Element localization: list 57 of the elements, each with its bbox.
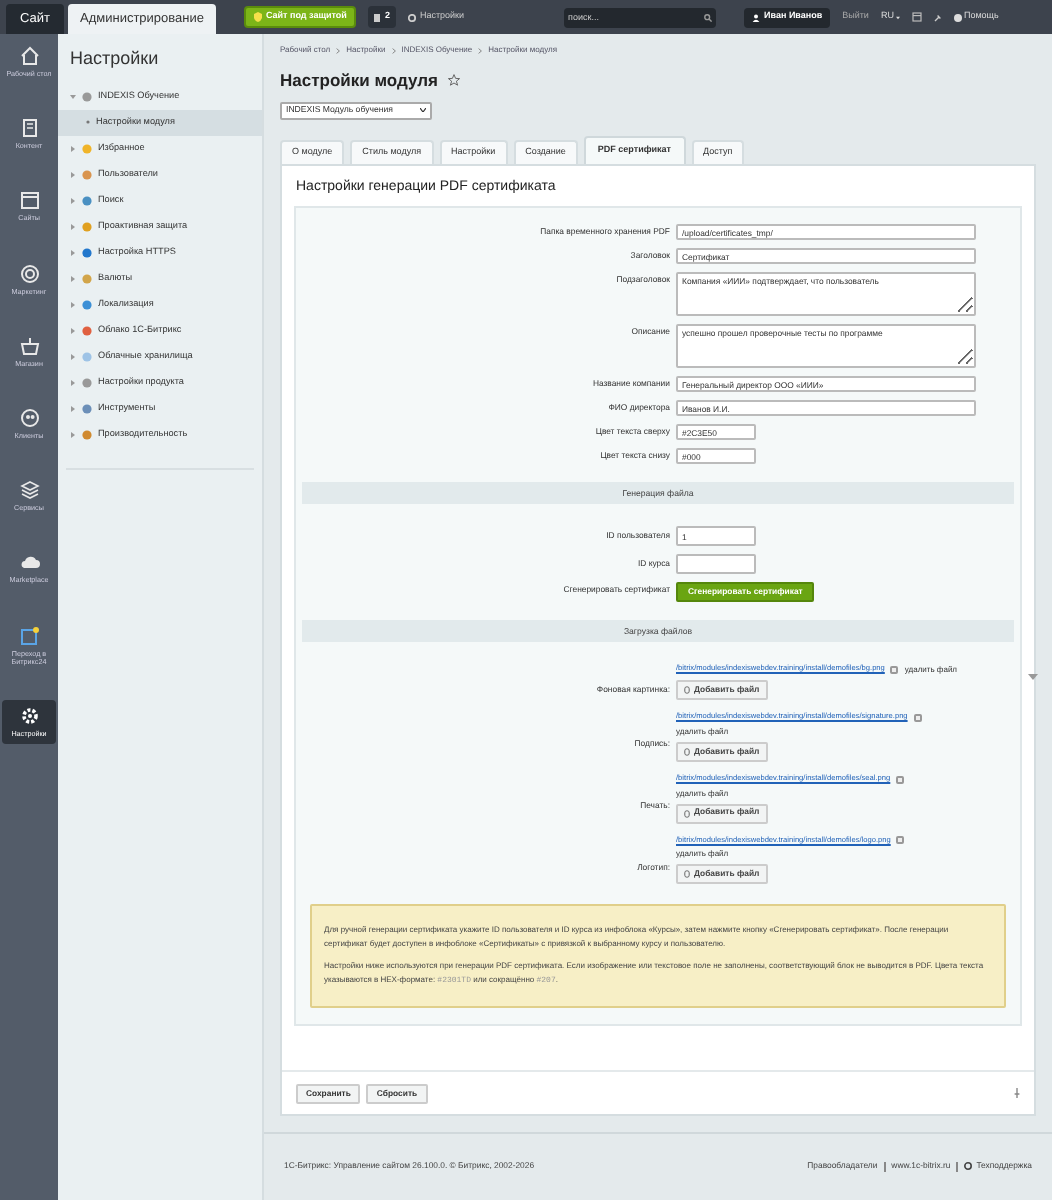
section-icon bbox=[82, 169, 92, 179]
scroll-down-icon bbox=[1028, 674, 1038, 680]
expand-arrow-icon bbox=[70, 353, 76, 359]
section-icon bbox=[82, 429, 92, 439]
expand-arrow-icon bbox=[70, 379, 76, 385]
caret-icon bbox=[420, 108, 426, 113]
section-icon bbox=[82, 403, 92, 413]
collapse-arrow-icon bbox=[70, 93, 76, 99]
page-title: Настройки модуля bbox=[280, 68, 438, 94]
nav-icon bbox=[19, 408, 39, 429]
chevron-icon bbox=[336, 47, 341, 53]
support-icon bbox=[964, 1162, 973, 1171]
expand-arrow-icon bbox=[70, 223, 76, 229]
nav-icon bbox=[19, 190, 39, 211]
section-icon bbox=[82, 195, 92, 205]
window-icon bbox=[911, 12, 922, 22]
section-icon bbox=[82, 351, 92, 361]
delete-checkbox[interactable] bbox=[896, 775, 905, 784]
chevron-icon bbox=[478, 47, 483, 53]
delete-checkbox[interactable] bbox=[913, 714, 922, 723]
expand-arrow-icon bbox=[70, 301, 76, 307]
expand-arrow-icon bbox=[70, 327, 76, 333]
user-icon bbox=[752, 13, 761, 21]
chevron-icon bbox=[391, 47, 396, 53]
section-icon bbox=[82, 247, 92, 257]
caret-icon bbox=[895, 15, 900, 19]
nav-icon bbox=[19, 263, 39, 284]
section-icon bbox=[82, 273, 92, 283]
section-icon bbox=[82, 325, 92, 335]
star-icon bbox=[447, 74, 460, 87]
expand-arrow-icon bbox=[70, 275, 76, 281]
sidebar-title: Настройки bbox=[68, 46, 161, 72]
shield-icon bbox=[253, 12, 262, 22]
expand-arrow-icon bbox=[70, 405, 76, 411]
section-icon bbox=[82, 377, 92, 387]
delete-checkbox[interactable] bbox=[896, 836, 905, 845]
delete-checkbox[interactable] bbox=[890, 666, 899, 675]
gear-icon bbox=[407, 13, 416, 21]
nav-icon bbox=[19, 552, 39, 573]
input-field[interactable] bbox=[676, 554, 756, 575]
nav-icon bbox=[19, 706, 39, 727]
search-icon bbox=[704, 13, 713, 21]
nav-icon bbox=[19, 335, 39, 356]
help-icon bbox=[953, 13, 962, 21]
section-icon bbox=[82, 143, 92, 153]
nav-icon bbox=[19, 118, 39, 139]
expand-arrow-icon bbox=[70, 249, 76, 255]
nav-icon bbox=[19, 480, 39, 501]
expand-arrow-icon bbox=[70, 431, 76, 437]
expand-arrow-icon bbox=[70, 171, 76, 177]
section-icon bbox=[82, 221, 92, 231]
section-icon bbox=[82, 91, 92, 101]
expand-arrow-icon bbox=[70, 197, 76, 203]
nav-icon bbox=[19, 46, 39, 66]
nav-icon bbox=[19, 625, 39, 646]
section-icon bbox=[82, 299, 92, 309]
expand-arrow-icon bbox=[70, 145, 76, 151]
